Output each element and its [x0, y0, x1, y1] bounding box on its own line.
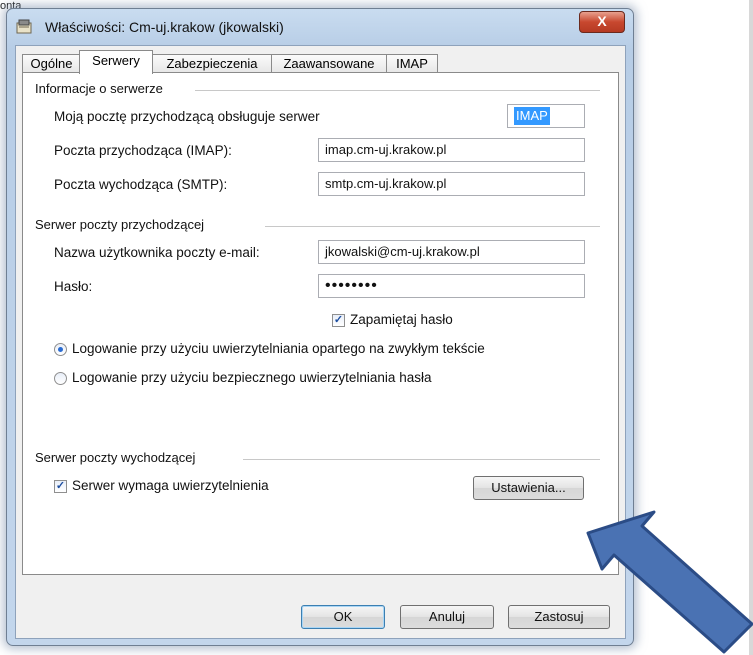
divider: [243, 459, 600, 460]
server-auth-checkbox[interactable]: ✓: [54, 480, 67, 493]
properties-window: Właściwości: Cm-uj.krakow (jkowalski) X …: [6, 8, 634, 646]
cancel-button[interactable]: Anuluj: [400, 605, 494, 629]
close-button[interactable]: X: [579, 11, 625, 33]
window-title: Właściwości: Cm-uj.krakow (jkowalski): [45, 19, 284, 35]
login-plain-radio[interactable]: [54, 343, 67, 356]
outgoing-server-label: Poczta wychodząca (SMTP):: [54, 177, 228, 192]
outgoing-server-heading: Serwer poczty wychodzącej: [35, 450, 196, 465]
login-secure-radio[interactable]: [54, 372, 67, 385]
servers-panel: Informacje o serwerze Moją pocztę przych…: [22, 72, 619, 575]
incoming-server-heading: Serwer poczty przychodzącej: [35, 217, 205, 232]
outgoing-server-field[interactable]: smtp.cm-uj.krakow.pl: [318, 172, 585, 196]
tab-serwery[interactable]: Serwery: [79, 50, 153, 74]
incoming-server-field[interactable]: imap.cm-uj.krakow.pl: [318, 138, 585, 162]
remember-password-checkbox[interactable]: ✓: [332, 314, 345, 327]
apply-button[interactable]: Zastosuj: [508, 605, 610, 629]
background-edge: [749, 0, 753, 655]
login-secure-label: Logowanie przy użyciu bezpiecznego uwier…: [72, 370, 432, 385]
ok-button[interactable]: OK: [301, 605, 385, 629]
mail-account-icon: [16, 19, 32, 34]
password-label: Hasło:: [54, 279, 93, 294]
settings-button[interactable]: Ustawienia...: [473, 476, 584, 500]
incoming-type-label: Moją pocztę przychodzącą obsługuje serwe…: [54, 109, 320, 124]
login-plain-label: Logowanie przy użyciu uwierzytelniania o…: [72, 341, 485, 356]
remember-password-label: Zapamiętaj hasło: [350, 312, 453, 327]
tab-ogolne[interactable]: Ogólne: [22, 54, 81, 73]
server-info-heading: Informacje o serwerze: [35, 81, 163, 96]
username-field[interactable]: jkowalski@cm-uj.krakow.pl: [318, 240, 585, 264]
title-bar[interactable]: Właściwości: Cm-uj.krakow (jkowalski) X: [7, 9, 633, 45]
tab-imap[interactable]: IMAP: [386, 54, 438, 73]
divider: [265, 226, 600, 227]
dialog-client: Ogólne Serwery Zabezpieczenia Zaawansowa…: [15, 45, 626, 639]
incoming-server-label: Poczta przychodząca (IMAP):: [54, 143, 232, 158]
username-label: Nazwa użytkownika poczty e-mail:: [54, 245, 260, 260]
incoming-type-field[interactable]: IMAP: [507, 104, 585, 128]
password-field[interactable]: ••••••••: [318, 274, 585, 298]
incoming-type-value: IMAP: [514, 107, 550, 125]
server-auth-label: Serwer wymaga uwierzytelnienia: [72, 478, 269, 493]
divider: [195, 90, 600, 91]
tab-zaawansowane[interactable]: Zaawansowane: [271, 54, 387, 73]
tab-zabezpieczenia[interactable]: Zabezpieczenia: [152, 54, 272, 73]
